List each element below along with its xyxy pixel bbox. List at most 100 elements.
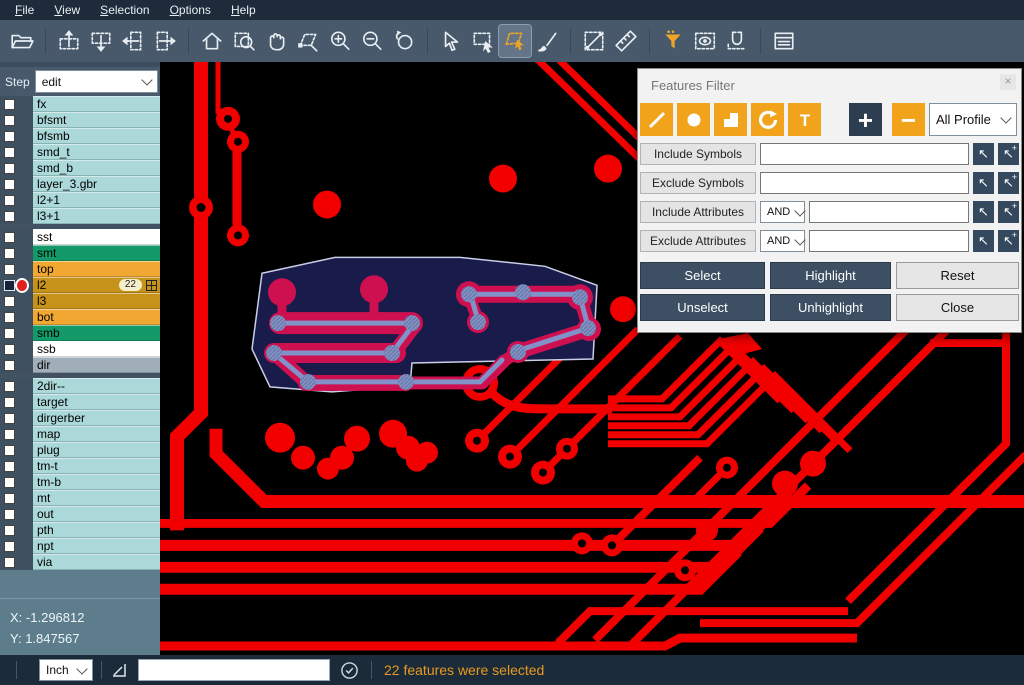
dialog-close-button[interactable]: × [1000, 74, 1016, 90]
layer-row-out[interactable]: out [0, 506, 160, 522]
layer-visibility-checkbox[interactable] [4, 115, 15, 126]
exclude-symbols-button[interactable]: Exclude Symbols [640, 172, 756, 194]
layer-name-cell[interactable]: bot [33, 309, 160, 325]
include-attributes-and-select[interactable]: AND [760, 201, 805, 223]
pick-attribute-icon[interactable]: ↖ [973, 230, 994, 252]
menu-file[interactable]: File [6, 1, 43, 19]
pan-hand-icon[interactable] [260, 25, 292, 57]
filter-line-button[interactable] [640, 103, 673, 136]
layer-name-cell[interactable]: fx [33, 96, 160, 112]
layer-visibility-checkbox[interactable] [4, 493, 15, 504]
zoom-previous-icon[interactable] [388, 25, 420, 57]
layer-row-dirgerber[interactable]: dirgerber [0, 410, 160, 426]
pan-right-icon[interactable] [149, 25, 181, 57]
layer-visibility-checkbox[interactable] [4, 445, 15, 456]
layer-row-layer_3.gbr[interactable]: layer_3.gbr [0, 176, 160, 192]
filter-arc-button[interactable] [751, 103, 784, 136]
select-arrow-icon[interactable] [435, 25, 467, 57]
ruler-icon[interactable] [610, 25, 642, 57]
filter-remove-button[interactable]: − [892, 103, 925, 136]
units-select[interactable]: Inch [39, 659, 93, 681]
layer-row-bfsmt[interactable]: bfsmt [0, 112, 160, 128]
zoom-polygon-icon[interactable] [292, 25, 324, 57]
layer-visibility-checkbox[interactable] [4, 360, 15, 371]
sync-icon[interactable] [340, 661, 359, 680]
highlight-button[interactable]: Highlight [770, 262, 891, 289]
layer-name-cell[interactable]: tm-b [33, 474, 160, 490]
pan-up-icon[interactable] [53, 25, 85, 57]
exclude-attributes-input[interactable] [809, 230, 969, 252]
zoom-in-icon[interactable] [324, 25, 356, 57]
layer-row-tm-b[interactable]: tm-b [0, 474, 160, 490]
filter-surface-button[interactable] [714, 103, 747, 136]
layer-name-cell[interactable]: l3 [33, 293, 160, 309]
layer-name-cell[interactable]: ssb [33, 341, 160, 357]
layer-visibility-checkbox[interactable] [4, 509, 15, 520]
layer-visibility-checkbox[interactable] [4, 477, 15, 488]
layer-row-mt[interactable]: mt [0, 490, 160, 506]
layer-visibility-checkbox[interactable] [4, 195, 15, 206]
layer-row-target[interactable]: target [0, 394, 160, 410]
layer-visibility-checkbox[interactable] [4, 163, 15, 174]
layer-name-cell[interactable]: sst [33, 229, 160, 245]
menu-help[interactable]: Help [222, 1, 265, 19]
measure-line-icon[interactable] [578, 25, 610, 57]
layer-visibility-checkbox[interactable] [4, 557, 15, 568]
layer-visibility-checkbox[interactable] [4, 461, 15, 472]
layer-visibility-checkbox[interactable] [4, 328, 15, 339]
layer-visibility-checkbox[interactable] [4, 147, 15, 158]
pick-symbol-add-icon[interactable]: ↖+ [998, 143, 1019, 165]
layer-row-l2+1[interactable]: l2+1 [0, 192, 160, 208]
pick-attribute-add-icon[interactable]: ↖+ [998, 230, 1019, 252]
layer-row-tm-t[interactable]: tm-t [0, 458, 160, 474]
pan-down-icon[interactable] [85, 25, 117, 57]
layer-name-cell[interactable]: plug [33, 442, 160, 458]
exclude-symbols-input[interactable] [760, 172, 969, 194]
layer-visibility-checkbox[interactable] [4, 99, 15, 110]
layer-row-smd_t[interactable]: smd_t [0, 144, 160, 160]
layer-visibility-checkbox[interactable] [4, 344, 15, 355]
layer-visibility-checkbox[interactable] [4, 312, 15, 323]
close-button[interactable]: Close [896, 294, 1019, 321]
pick-attribute-add-icon[interactable]: ↖+ [998, 201, 1019, 223]
layer-row-npt[interactable]: npt [0, 538, 160, 554]
include-attributes-input[interactable] [809, 201, 969, 223]
layer-visibility-checkbox[interactable] [4, 248, 15, 259]
layer-name-cell[interactable]: dir [33, 357, 160, 373]
layer-visibility-checkbox[interactable] [4, 211, 15, 222]
layer-name-cell[interactable]: layer_3.gbr [33, 176, 160, 192]
filter-text-button[interactable]: T [788, 103, 821, 136]
layer-visibility-checkbox[interactable] [4, 264, 15, 275]
layer-visibility-checkbox[interactable] [4, 413, 15, 424]
layer-visibility-checkbox[interactable] [4, 131, 15, 142]
step-select[interactable]: edit [35, 70, 158, 93]
layer-row-map[interactable]: map [0, 426, 160, 442]
layer-row-l2[interactable]: l222 [0, 277, 160, 293]
exclude-attributes-and-select[interactable]: AND [760, 230, 805, 252]
layer-visibility-checkbox[interactable] [4, 397, 15, 408]
layer-name-cell[interactable]: top [33, 261, 160, 277]
select-polygon-icon[interactable] [499, 25, 531, 57]
layer-row-fx[interactable]: fx [0, 96, 160, 112]
layer-visibility-checkbox[interactable] [4, 179, 15, 190]
filter-add-button[interactable]: + [849, 103, 882, 136]
layer-row-bot[interactable]: bot [0, 309, 160, 325]
view-options-icon[interactable] [689, 25, 721, 57]
layer-visibility-checkbox[interactable] [4, 429, 15, 440]
zoom-out-icon[interactable] [356, 25, 388, 57]
include-symbols-input[interactable] [760, 143, 969, 165]
pick-attribute-icon[interactable]: ↖ [973, 201, 994, 223]
layer-name-cell[interactable]: via [33, 554, 160, 570]
features-filter-icon[interactable] [657, 25, 689, 57]
layers-list-icon[interactable] [768, 25, 800, 57]
layer-row-bfsmb[interactable]: bfsmb [0, 128, 160, 144]
layer-row-l3+1[interactable]: l3+1 [0, 208, 160, 224]
layer-row-smt[interactable]: smt [0, 245, 160, 261]
unselect-button[interactable]: Unselect [640, 294, 765, 321]
layer-visibility-checkbox[interactable] [4, 541, 15, 552]
pick-symbol-add-icon[interactable]: ↖+ [998, 172, 1019, 194]
layer-row-pth[interactable]: pth [0, 522, 160, 538]
filter-pad-button[interactable] [677, 103, 710, 136]
layer-row-ssb[interactable]: ssb [0, 341, 160, 357]
layer-visibility-checkbox[interactable] [4, 280, 15, 291]
